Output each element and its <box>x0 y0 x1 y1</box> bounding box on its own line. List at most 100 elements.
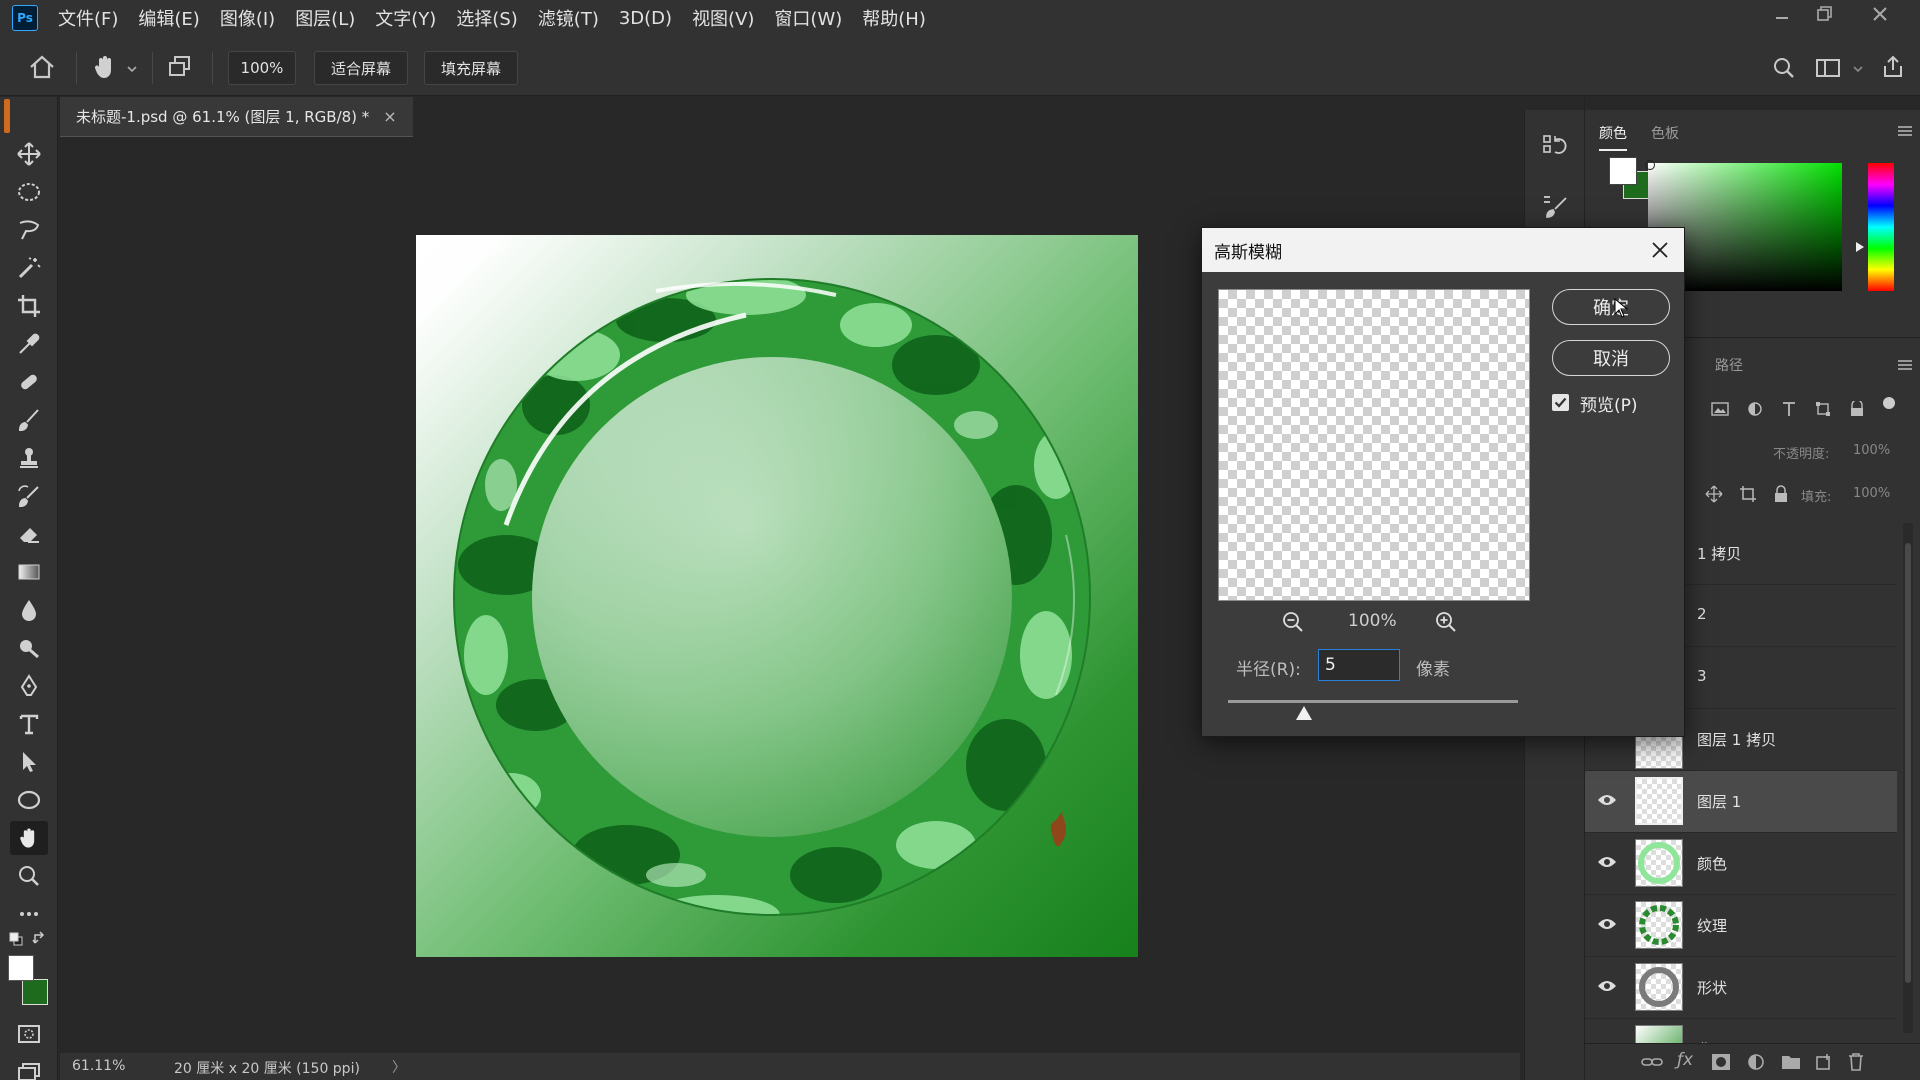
menu-type[interactable]: 文字(Y) <box>375 5 436 31</box>
hue-slider-handle[interactable] <box>1856 242 1864 252</box>
brush-settings-icon[interactable] <box>1541 192 1569 224</box>
new-group-icon[interactable] <box>1781 1053 1801 1075</box>
move-tool-icon[interactable] <box>10 137 48 171</box>
fill-value[interactable]: 100% <box>1853 486 1890 501</box>
layer-row[interactable]: 图层 1 <box>1585 771 1897 833</box>
crop-tool-icon[interactable] <box>10 289 48 323</box>
close-tab-icon[interactable]: × <box>383 107 396 126</box>
close-window-icon[interactable] <box>1860 4 1900 30</box>
layer-row[interactable]: 背景 <box>1585 1019 1897 1043</box>
visibility-eye-icon[interactable] <box>1597 855 1617 869</box>
fit-screen-button[interactable]: 适合屏幕 <box>314 51 408 85</box>
hand-tool-icon[interactable] <box>90 52 120 86</box>
visibility-eye-icon[interactable] <box>1597 793 1617 807</box>
path-selection-icon[interactable] <box>10 745 48 779</box>
menu-layer[interactable]: 图层(L) <box>295 5 355 31</box>
more-tools-icon[interactable] <box>10 897 48 931</box>
menu-filter[interactable]: 滤镜(T) <box>538 5 599 31</box>
history-panel-icon[interactable] <box>1541 132 1569 164</box>
share-icon[interactable] <box>1880 54 1906 84</box>
filter-pixel-icon[interactable] <box>1711 401 1729 421</box>
elliptical-marquee-icon[interactable] <box>10 175 48 209</box>
layer-row[interactable]: 形状 <box>1585 957 1897 1019</box>
photoshop-logo[interactable]: Ps <box>12 5 38 31</box>
brush-tool-icon[interactable] <box>10 403 48 437</box>
search-icon[interactable] <box>1772 56 1796 84</box>
chevron-down-icon[interactable] <box>1852 62 1864 78</box>
toolbar-grip[interactable] <box>4 99 10 133</box>
default-colors-icon[interactable] <box>8 931 26 951</box>
status-zoom[interactable]: 61.11% <box>72 1058 125 1074</box>
healing-brush-icon[interactable] <box>10 365 48 399</box>
panel-menu-icon[interactable] <box>1897 125 1913 141</box>
color-picker-cursor[interactable] <box>1645 160 1655 170</box>
panel-collapse-bar[interactable] <box>1585 97 1920 110</box>
magic-wand-icon[interactable] <box>10 251 48 285</box>
layer-row[interactable]: 颜色 <box>1585 833 1897 895</box>
type-tool-icon[interactable] <box>10 707 48 741</box>
menu-window[interactable]: 窗口(W) <box>774 5 842 31</box>
clone-stamp-icon[interactable] <box>10 441 48 475</box>
zoom-in-icon[interactable] <box>1434 610 1458 638</box>
filter-smart-object-icon[interactable] <box>1849 399 1865 421</box>
menu-view[interactable]: 视图(V) <box>692 5 754 31</box>
menu-image[interactable]: 图像(I) <box>220 5 275 31</box>
opacity-value[interactable]: 100% <box>1853 443 1890 458</box>
dialog-title-bar[interactable]: 高斯模糊 <box>1202 228 1684 272</box>
delete-layer-icon[interactable] <box>1847 1052 1865 1076</box>
filter-toggle[interactable] <box>1883 397 1895 409</box>
hue-slider[interactable] <box>1868 163 1894 291</box>
menu-help[interactable]: 帮助(H) <box>862 5 926 31</box>
ellipse-tool-icon[interactable] <box>10 783 48 817</box>
tab-paths[interactable]: 路径 <box>1715 355 1743 375</box>
gradient-tool-icon[interactable] <box>10 555 48 589</box>
visibility-eye-icon[interactable] <box>1597 917 1617 931</box>
foreground-color-swatch[interactable] <box>8 955 34 981</box>
menu-edit[interactable]: 编辑(E) <box>138 5 199 31</box>
ok-button[interactable]: 确定 <box>1552 289 1670 325</box>
add-mask-icon[interactable] <box>1711 1053 1731 1075</box>
menu-select[interactable]: 选择(S) <box>456 5 517 31</box>
document-canvas[interactable] <box>416 235 1138 957</box>
menu-file[interactable]: 文件(F) <box>58 5 118 31</box>
layers-scrollbar[interactable] <box>1903 523 1913 1033</box>
scroll-all-windows-icon[interactable] <box>166 54 194 84</box>
blur-tool-icon[interactable] <box>10 593 48 627</box>
document-tab[interactable]: 未标题-1.psd @ 61.1% (图层 1, RGB/8) * × <box>60 97 413 137</box>
menu-3d[interactable]: 3D(D) <box>619 8 672 29</box>
radius-slider-thumb[interactable] <box>1296 706 1312 720</box>
status-menu-arrow[interactable]: 〉 <box>392 1057 406 1077</box>
history-brush-icon[interactable] <box>10 479 48 513</box>
lasso-tool-icon[interactable] <box>10 213 48 247</box>
link-layers-icon[interactable] <box>1641 1054 1663 1074</box>
filter-adjustment-icon[interactable] <box>1747 401 1763 421</box>
visibility-eye-icon[interactable] <box>1597 979 1617 993</box>
hand-tool-icon[interactable] <box>10 821 48 855</box>
background-color-swatch[interactable] <box>22 979 48 1005</box>
home-icon[interactable] <box>28 54 56 84</box>
chevron-down-icon[interactable] <box>126 62 138 78</box>
blur-preview[interactable] <box>1218 289 1530 601</box>
close-icon[interactable] <box>1648 238 1672 262</box>
eyedropper-icon[interactable] <box>10 327 48 361</box>
filter-shape-icon[interactable] <box>1815 401 1831 421</box>
minimize-icon[interactable] <box>1762 4 1802 30</box>
swap-colors-icon[interactable] <box>32 931 48 951</box>
screen-mode-icon[interactable] <box>10 1055 48 1080</box>
lock-position-icon[interactable] <box>1705 485 1723 507</box>
tab-swatches[interactable]: 色板 <box>1651 123 1679 143</box>
adjustment-layer-icon[interactable] <box>1747 1053 1765 1075</box>
dodge-tool-icon[interactable] <box>10 631 48 665</box>
zoom-tool-icon[interactable] <box>10 859 48 893</box>
panel-menu-icon[interactable] <box>1897 359 1913 375</box>
quick-mask-icon[interactable] <box>10 1017 48 1051</box>
pen-tool-icon[interactable] <box>10 669 48 703</box>
panel-foreground-swatch[interactable] <box>1609 157 1637 185</box>
tab-color[interactable]: 颜色 <box>1599 123 1627 151</box>
cancel-button[interactable]: 取消 <box>1552 340 1670 376</box>
fill-screen-button[interactable]: 填充屏幕 <box>424 51 518 85</box>
lock-artboard-icon[interactable] <box>1739 485 1757 507</box>
workspace-icon[interactable] <box>1814 56 1842 84</box>
restore-icon[interactable] <box>1804 4 1844 30</box>
zoom-out-icon[interactable] <box>1281 610 1305 638</box>
